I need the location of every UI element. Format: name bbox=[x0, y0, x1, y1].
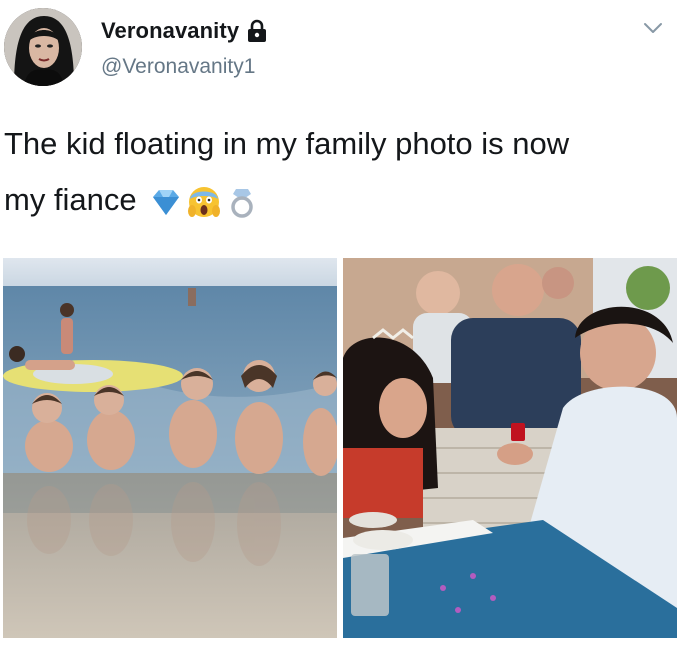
tweet-card: Veronavanity @Veronavanity1 The kid floa… bbox=[0, 0, 678, 663]
author-name-row: Veronavanity bbox=[101, 18, 268, 44]
beach-family-photo[interactable] bbox=[3, 258, 337, 638]
screaming-face-icon bbox=[187, 185, 221, 219]
restaurant-proposal-photo[interactable] bbox=[343, 258, 677, 638]
tweet-text: The kid floating in my family photo is n… bbox=[4, 116, 664, 228]
tweet-text-line-2: my fiance bbox=[4, 182, 137, 217]
chevron-down-icon[interactable] bbox=[642, 20, 664, 36]
tweet-media[interactable] bbox=[3, 258, 677, 638]
ring-icon bbox=[225, 185, 259, 219]
tweet-text-line-1: The kid floating in my family photo is n… bbox=[4, 126, 570, 161]
avatar[interactable] bbox=[4, 8, 82, 86]
display-name[interactable]: Veronavanity bbox=[101, 18, 239, 44]
gem-icon bbox=[149, 185, 183, 219]
user-handle[interactable]: @Veronavanity1 bbox=[101, 55, 255, 79]
lock-icon bbox=[246, 19, 268, 43]
